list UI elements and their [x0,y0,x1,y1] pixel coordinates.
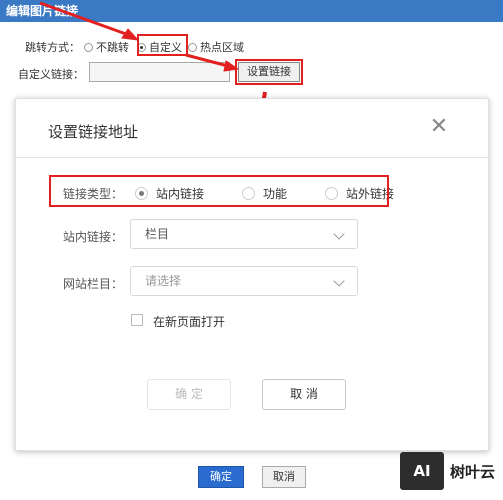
internal-link-select[interactable]: 栏目 [130,219,358,249]
watermark: AI 树叶云 [400,452,495,490]
arrow-to-set-link [185,53,229,68]
footer-confirm-button[interactable]: 确定 [198,466,244,488]
site-column-label: 网站栏目： [63,277,124,291]
arrow-head-set-link [223,60,240,72]
chevron-down-icon [333,275,345,287]
link-type-highlight-box [49,175,389,207]
set-link-dialog: 设置链接地址 ✕ 链接类型： 站内链接 功能 站外链接 站内链接： 栏目 网站栏… [15,98,489,451]
new-page-checkbox[interactable] [131,314,143,326]
dialog-cancel-button[interactable]: 取 消 [262,379,346,410]
dialog-title: 设置链接地址 [48,123,139,141]
close-icon[interactable]: ✕ [429,116,449,138]
internal-link-value: 栏目 [145,227,170,241]
internal-link-label: 站内链接： [63,230,124,244]
arrow-head-custom [121,28,140,41]
arrow-to-custom [39,1,127,36]
site-column-select[interactable]: 请选择 [130,266,358,296]
footer-cancel-button[interactable]: 取消 [262,466,306,488]
dialog-confirm-button[interactable]: 确 定 [147,379,231,410]
watermark-text: 树叶云 [450,462,496,481]
site-column-placeholder: 请选择 [145,274,182,288]
chevron-down-icon [333,228,345,240]
watermark-logo: AI [400,452,444,490]
new-page-label: 在新页面打开 [153,315,226,329]
dialog-divider [16,157,488,158]
